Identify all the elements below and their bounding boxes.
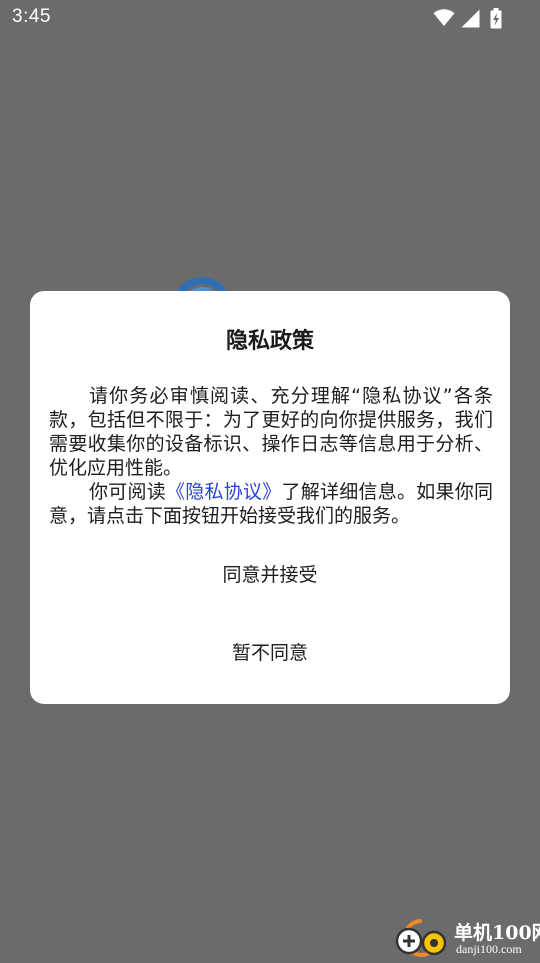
disagree-button[interactable]: 暂不同意 bbox=[30, 627, 510, 679]
privacy-dialog: 隐私政策 请你务必审慎阅读、充分理解“隐私协议”各条款，包括但不限于：为了更好的… bbox=[30, 291, 510, 704]
dialog-paragraph-2: 你可阅读《隐私协议》了解详细信息。如果你同意，请点击下面按钮开始接受我们的服务。 bbox=[49, 480, 493, 528]
watermark: 单机100网 danji100.com bbox=[390, 915, 540, 960]
paragraph-2-before: 你可阅读 bbox=[89, 481, 166, 503]
watermark-name: 单机100网 bbox=[454, 922, 540, 944]
dialog-body: 请你务必审慎阅读、充分理解“隐私协议”各条款，包括但不限于：为了更好的向你提供服… bbox=[49, 384, 493, 528]
site-logo-icon bbox=[390, 917, 452, 963]
wifi-icon bbox=[433, 9, 455, 27]
status-time: 3:45 bbox=[12, 6, 51, 27]
status-icons bbox=[433, 7, 502, 29]
dialog-paragraph-1: 请你务必审慎阅读、充分理解“隐私协议”各条款，包括但不限于：为了更好的向你提供服… bbox=[49, 385, 493, 479]
signal-icon bbox=[461, 9, 480, 28]
watermark-url: danji100.com bbox=[456, 942, 522, 956]
status-bar: 3:45 bbox=[0, 0, 540, 36]
privacy-agreement-link[interactable]: 《隐私协议》 bbox=[166, 481, 282, 503]
agree-button[interactable]: 同意并接受 bbox=[30, 549, 510, 601]
dialog-title: 隐私政策 bbox=[225, 329, 314, 354]
battery-icon bbox=[490, 7, 502, 29]
